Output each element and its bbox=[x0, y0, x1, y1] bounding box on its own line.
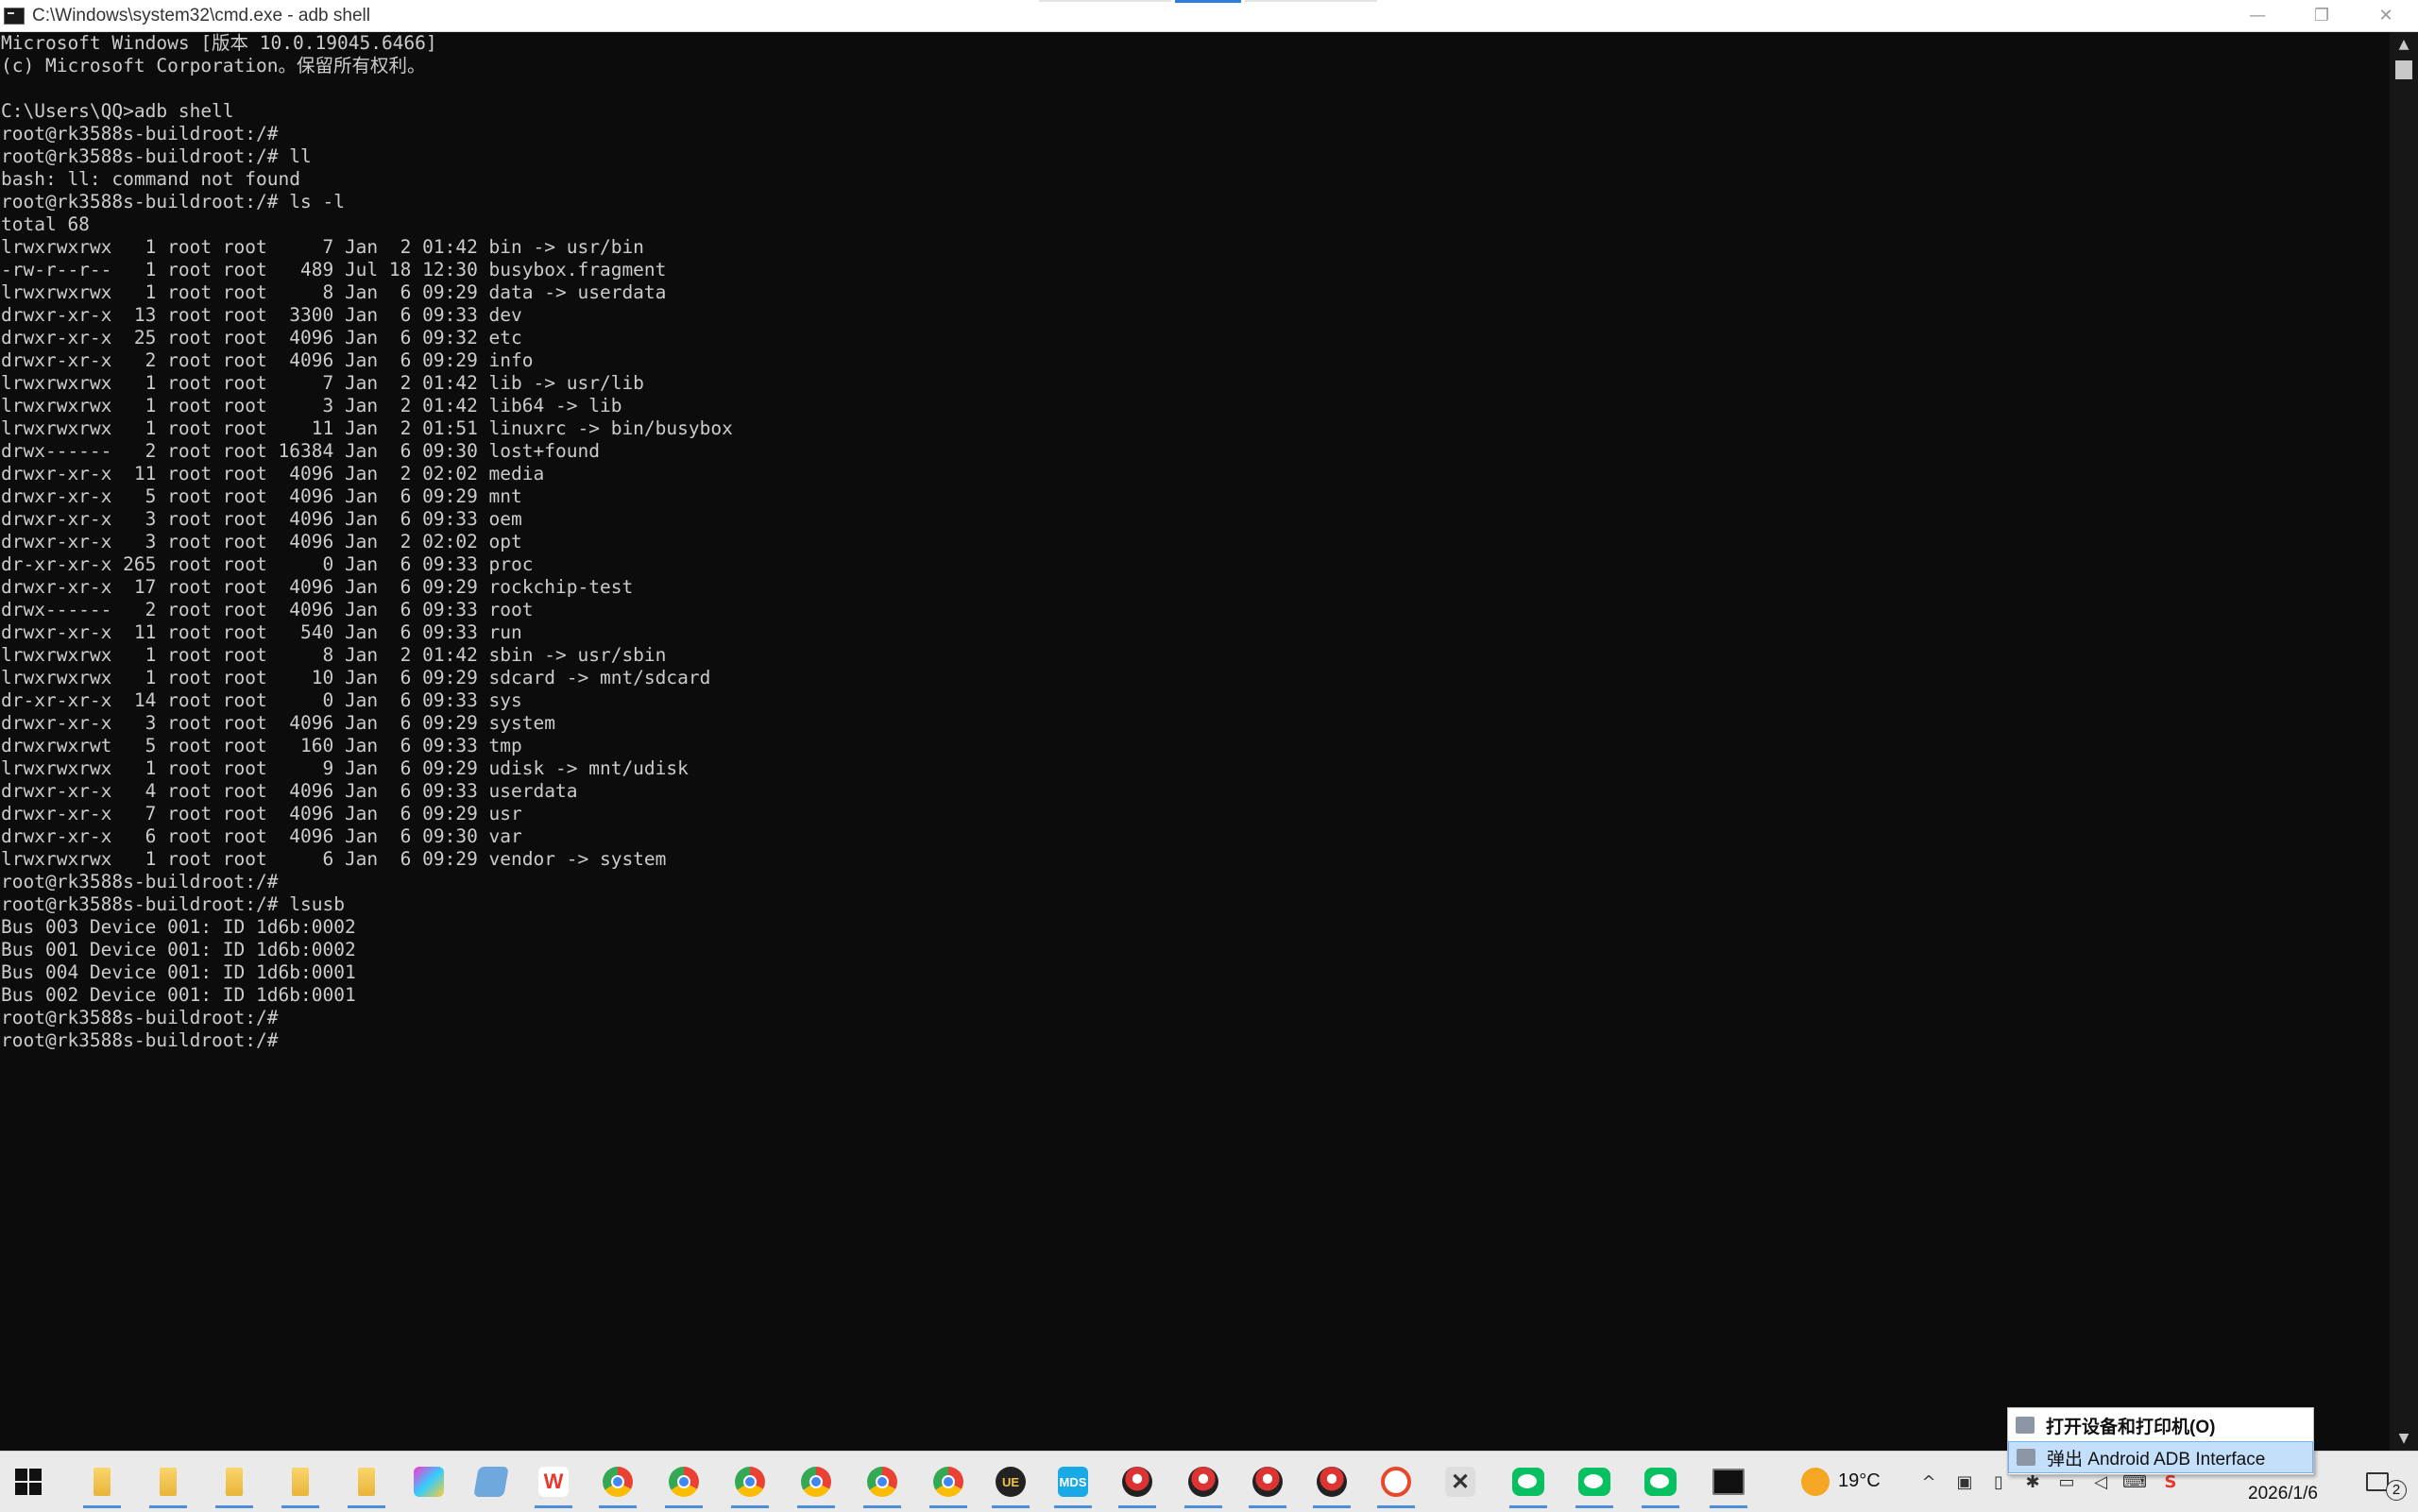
wechat-icon[interactable] bbox=[1575, 1463, 1613, 1508]
cmd-icon[interactable] bbox=[1710, 1463, 1747, 1508]
running-indicator bbox=[599, 1505, 637, 1508]
notification-badge: 2 bbox=[2386, 1480, 2407, 1501]
title-divider bbox=[1245, 0, 1377, 2]
pokeball-icon[interactable] bbox=[1118, 1463, 1156, 1508]
terminal-output[interactable]: Microsoft Windows [版本 10.0.19045.6466] (… bbox=[0, 32, 2390, 1451]
swirl-icon[interactable] bbox=[1377, 1463, 1415, 1508]
window-controls: — ❐ ✕ bbox=[2225, 0, 2418, 31]
wps-icon[interactable]: W bbox=[535, 1463, 572, 1508]
minimize-button[interactable]: — bbox=[2225, 0, 2290, 31]
file-explorer-icon[interactable] bbox=[149, 1463, 187, 1508]
tools-icon[interactable]: ✕ bbox=[1441, 1463, 1479, 1501]
running-indicator bbox=[1642, 1505, 1679, 1508]
file-explorer-icon[interactable] bbox=[215, 1463, 253, 1508]
running-indicator bbox=[215, 1505, 253, 1508]
sun-icon[interactable] bbox=[1796, 1463, 1834, 1501]
running-indicator bbox=[665, 1505, 703, 1508]
close-button[interactable]: ✕ bbox=[2354, 0, 2418, 31]
running-indicator bbox=[1118, 1505, 1156, 1508]
running-indicator bbox=[83, 1505, 121, 1508]
title-divider bbox=[1039, 0, 1171, 2]
clock-date[interactable]: 2026/1/6 bbox=[2248, 1484, 2318, 1504]
cmd-window: C:\Windows\system32\cmd.exe - adb shell … bbox=[0, 0, 2418, 1451]
title-bar[interactable]: C:\Windows\system32\cmd.exe - adb shell … bbox=[0, 0, 2418, 32]
running-indicator bbox=[797, 1505, 835, 1508]
file-explorer-icon[interactable] bbox=[83, 1463, 121, 1508]
usb-device-icon bbox=[2017, 1449, 2035, 1466]
mds-icon[interactable]: MDS bbox=[1054, 1463, 1092, 1508]
window-title: C:\Windows\system32\cmd.exe - adb shell bbox=[32, 5, 370, 25]
tray-chevron-icon[interactable]: ^ bbox=[1917, 1470, 1940, 1493]
menu-item-label: 弹出 Android ADB Interface bbox=[2047, 1449, 2266, 1470]
running-indicator bbox=[1377, 1505, 1415, 1508]
paint-icon[interactable] bbox=[410, 1463, 448, 1501]
running-indicator bbox=[992, 1505, 1030, 1508]
menu-item-label: 打开设备和打印机(O) bbox=[2046, 1417, 2216, 1437]
running-indicator bbox=[1054, 1505, 1092, 1508]
running-indicator bbox=[1575, 1505, 1613, 1508]
tray-context-menu: 打开设备和打印机(O) 弹出 Android ADB Interface bbox=[2007, 1407, 2314, 1475]
file-explorer-icon[interactable] bbox=[281, 1463, 319, 1508]
chrome-icon[interactable] bbox=[731, 1463, 769, 1508]
ue-icon[interactable]: UE bbox=[992, 1463, 1030, 1508]
menu-item-open-devices[interactable]: 打开设备和打印机(O) bbox=[2008, 1409, 2313, 1441]
network-share-icon[interactable]: ▣ bbox=[1953, 1470, 1976, 1493]
running-indicator bbox=[149, 1505, 187, 1508]
printer-icon bbox=[2016, 1417, 2035, 1434]
running-indicator bbox=[1313, 1505, 1351, 1508]
chrome-icon[interactable] bbox=[599, 1463, 637, 1508]
pokeball-icon[interactable] bbox=[1249, 1463, 1286, 1508]
running-indicator bbox=[1249, 1505, 1286, 1508]
terminal-text: Microsoft Windows [版本 10.0.19045.6466] (… bbox=[1, 32, 733, 1051]
scroll-down-icon[interactable]: ▼ bbox=[2390, 1426, 2418, 1451]
file-explorer-icon[interactable] bbox=[348, 1463, 385, 1508]
running-indicator bbox=[929, 1505, 967, 1508]
pokeball-icon[interactable] bbox=[1313, 1463, 1351, 1508]
running-indicator bbox=[281, 1505, 319, 1508]
wechat-icon[interactable] bbox=[1509, 1463, 1547, 1508]
vertical-scrollbar[interactable]: ▲ ▼ bbox=[2390, 32, 2418, 1451]
scroll-thumb[interactable] bbox=[2395, 60, 2412, 79]
running-indicator bbox=[535, 1505, 572, 1508]
title-accent bbox=[1175, 0, 1241, 3]
running-indicator bbox=[731, 1505, 769, 1508]
wechat-icon[interactable] bbox=[1642, 1463, 1679, 1508]
windows-start-icon[interactable] bbox=[15, 1469, 42, 1495]
running-indicator bbox=[1184, 1505, 1222, 1508]
cmd-icon bbox=[4, 7, 25, 25]
weather-temperature[interactable]: 19°C bbox=[1838, 1470, 1881, 1492]
running-indicator bbox=[1710, 1505, 1747, 1508]
chrome-icon[interactable] bbox=[797, 1463, 835, 1508]
scroll-up-icon[interactable]: ▲ bbox=[2390, 32, 2418, 57]
menu-item-eject-adb[interactable]: 弹出 Android ADB Interface bbox=[2008, 1441, 2313, 1473]
notepad-icon[interactable] bbox=[472, 1463, 510, 1501]
chrome-icon[interactable] bbox=[665, 1463, 703, 1508]
restore-button[interactable]: ❐ bbox=[2290, 0, 2354, 31]
running-indicator bbox=[863, 1505, 901, 1508]
chrome-icon[interactable] bbox=[929, 1463, 967, 1508]
running-indicator bbox=[348, 1505, 385, 1508]
chrome-icon[interactable] bbox=[863, 1463, 901, 1508]
running-indicator bbox=[1509, 1505, 1547, 1508]
pokeball-icon[interactable] bbox=[1184, 1463, 1222, 1508]
